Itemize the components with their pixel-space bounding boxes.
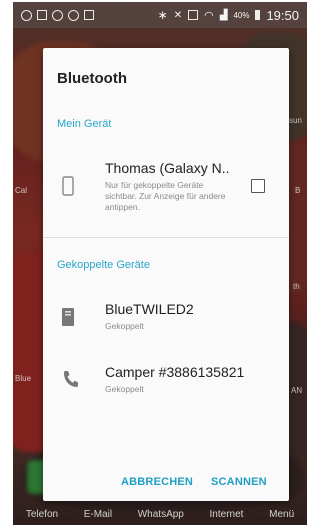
home-widget-label: sun (289, 116, 302, 125)
dock-item-phone: Telefon (25, 508, 59, 520)
divider (43, 237, 289, 238)
bluetooth-status-icon: ∗ (157, 8, 168, 22)
whatsapp-icon (52, 9, 63, 21)
phone-outline-icon (62, 176, 74, 196)
dock-item-menu: Menü (269, 508, 295, 520)
wifi-icon: ◠ (204, 9, 214, 22)
paired-device-row[interactable]: BlueTWILED2 Gekoppelt (43, 293, 289, 348)
dock-item-email: E-Mail (83, 508, 113, 520)
paired-devices-header: Gekoppelte Geräte (57, 259, 150, 271)
bluetooth-dialog: Bluetooth Mein Gerät Thomas (Galaxy N.. … (43, 48, 289, 501)
my-device-name: Thomas (Galaxy N.. (105, 160, 230, 176)
status-bar: ∗ ✕ ◠ ▟ 40% 19:50 (13, 2, 307, 28)
call-icon (68, 9, 79, 21)
paired-device-name: Camper #3886135821 (105, 364, 245, 380)
battery-icon (255, 10, 261, 20)
scan-button[interactable]: SCANNEN (211, 476, 267, 488)
my-device-description: Nur für gekoppelte Geräte sichtbar. Zur … (105, 180, 226, 212)
home-widget-label: AN (291, 386, 303, 395)
signal-icon: ▟ (219, 9, 228, 21)
home-widget-label: th (293, 282, 300, 291)
phone-icon (64, 371, 78, 387)
notification-icon (21, 9, 32, 21)
home-widget-label: Blue (15, 374, 32, 383)
visibility-checkbox[interactable] (251, 179, 265, 193)
paired-device-row[interactable]: Camper #3886135821 Gekoppelt (43, 358, 289, 413)
cancel-button[interactable]: ABBRECHEN (121, 476, 193, 488)
dock: Telefon E-Mail WhatsApp Internet Menü (13, 503, 307, 525)
dialog-title: Bluetooth (57, 70, 127, 87)
dock-item-whatsapp: WhatsApp (137, 508, 184, 520)
alarm-icon (84, 10, 94, 20)
my-device-header: Mein Gerät (57, 118, 112, 130)
clock: 19:50 (266, 7, 299, 23)
paired-device-status: Gekoppelt (105, 384, 144, 394)
dock-item-internet: Internet (209, 508, 244, 520)
mute-icon: ✕ (173, 9, 183, 21)
my-device-row[interactable]: Thomas (Galaxy N.. Nur für gekoppelte Ge… (43, 148, 289, 228)
home-widget-label: B (295, 186, 301, 195)
paired-device-name: BlueTWILED2 (105, 301, 194, 317)
home-widget-label: Cal (15, 186, 28, 195)
battery-level: 40% (233, 10, 250, 20)
nfc-icon (188, 10, 199, 20)
paired-device-status: Gekoppelt (105, 321, 144, 331)
phone-frame: ∗ ✕ ◠ ▟ 40% 19:50 sun Cal B th Blue AN T… (0, 0, 311, 529)
device-icon (62, 308, 74, 326)
message-icon (37, 10, 47, 20)
